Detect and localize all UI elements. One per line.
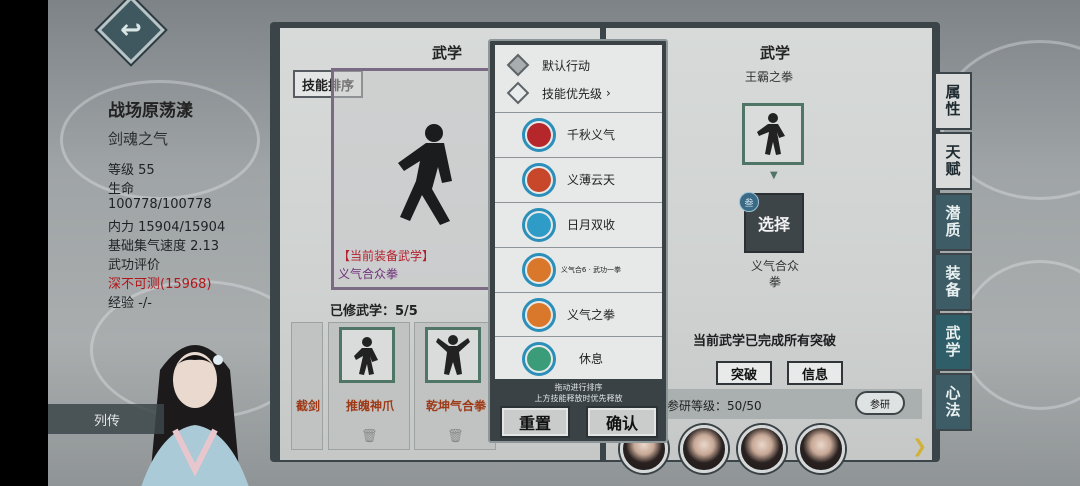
node-skill-name: 义气合众 拳 xyxy=(735,258,815,290)
default-action-label: 默认行动 xyxy=(542,58,591,73)
skill-card[interactable]: 推魄神爪 🗑 xyxy=(328,322,410,450)
priority-skill-row[interactable]: 义薄云天 xyxy=(495,157,662,201)
party-portrait[interactable] xyxy=(680,425,728,473)
learned-count: 已修武学：5/5 xyxy=(330,304,418,319)
research-button[interactable]: 参研 xyxy=(855,391,905,415)
skill-card-name: 截剑 xyxy=(295,399,320,413)
tab-mind-method[interactable]: 心法 xyxy=(934,373,972,431)
next-page-icon[interactable]: ❯ xyxy=(912,436,927,457)
skill-icon xyxy=(522,162,556,197)
tab-martial-arts[interactable]: 武学 xyxy=(934,313,972,371)
priority-skill-row[interactable]: 义气之拳 xyxy=(495,292,662,336)
hp-label: 生命 xyxy=(108,182,135,197)
party-portrait[interactable] xyxy=(738,425,786,473)
research-level: 参研等级：50/50 xyxy=(667,399,762,413)
skill-tree-icon[interactable] xyxy=(742,103,804,165)
skill-priority-option[interactable]: 技能优先级 › xyxy=(495,80,662,106)
level-text: 等级 55 xyxy=(108,163,155,178)
fighter-icon xyxy=(354,337,378,375)
left-page-title: 武学 xyxy=(432,44,463,62)
hp-value: 100778/100778 xyxy=(108,197,212,212)
fighter-icon xyxy=(757,113,785,155)
diamond-icon xyxy=(506,53,530,77)
skill-icon xyxy=(425,327,481,383)
rating-label: 武功评价 xyxy=(108,258,161,273)
chevron-right-icon: › xyxy=(606,86,611,100)
rating-value: 深不可测(15968) xyxy=(108,277,212,292)
right-page-title: 武学 xyxy=(760,44,791,62)
breakthrough-button[interactable]: 突破 xyxy=(716,361,772,385)
trash-icon[interactable]: 🗑 xyxy=(447,429,464,444)
priority-skill-row[interactable]: 义气合6 · 武功一拳 xyxy=(495,247,662,291)
tab-equipment[interactable]: 装备 xyxy=(934,253,972,311)
trash-icon[interactable]: 🗑 xyxy=(361,429,378,444)
screen-edge-bar xyxy=(0,0,48,486)
skill-icon xyxy=(522,341,556,376)
skill-label: 义薄云天 xyxy=(566,173,615,187)
breakthrough-complete-text: 当前武学已完成所有突破 xyxy=(693,334,837,349)
skill-icon xyxy=(339,327,395,383)
equipped-label: 【当前装备武学】 xyxy=(338,249,435,263)
skill-icon xyxy=(522,117,556,152)
skill-card-name: 推魄神爪 xyxy=(345,399,394,413)
biography-button[interactable]: 列传 xyxy=(48,404,164,434)
wave-decoration xyxy=(960,260,1080,410)
exp-value: 经验 -/- xyxy=(108,296,152,311)
skill-icon xyxy=(522,297,556,332)
skill-card[interactable]: 截剑 xyxy=(291,322,323,450)
back-arrow-icon: ↩ xyxy=(120,15,142,45)
skill-label: 义气合6 · 武功一拳 xyxy=(560,265,622,274)
skill-label: 休息 xyxy=(578,352,603,366)
tier-badge: 叁 xyxy=(739,192,759,212)
party-portrait[interactable] xyxy=(797,425,845,473)
priority-label: 技能优先级 xyxy=(542,86,603,101)
mp-value: 内力 15904/15904 xyxy=(108,220,226,235)
arrow-down-icon: ▼ xyxy=(770,170,778,181)
skill-icon xyxy=(522,252,556,287)
skill-label: 日月双收 xyxy=(566,218,615,232)
default-action-option[interactable]: 默认行动 xyxy=(495,52,662,78)
back-button[interactable]: ↩ xyxy=(97,0,165,64)
info-button[interactable]: 信息 xyxy=(787,361,843,385)
node-skill-name-line2: 拳 xyxy=(768,275,781,289)
skill-card-name: 乾坤气合拳 xyxy=(425,399,486,413)
priority-skill-row[interactable]: 休息 xyxy=(495,336,662,380)
confirm-button[interactable]: 确认 xyxy=(586,406,658,438)
character-name: 战场原荡漾 xyxy=(108,101,193,121)
character-title: 剑魂之气 xyxy=(108,130,169,148)
node-skill-name-line1: 义气合众 xyxy=(750,259,799,273)
tab-attributes[interactable]: 属性 xyxy=(934,72,972,130)
tab-talent[interactable]: 天赋 xyxy=(934,132,972,190)
skill-card[interactable]: 乾坤气合拳 🗑 xyxy=(414,322,496,450)
skill-icon xyxy=(522,207,556,242)
reset-button[interactable]: 重置 xyxy=(500,406,570,438)
game-screen: ↩ 战场原荡漾 剑魂之气 等级 55 生命 100778/100778 内力 1… xyxy=(0,0,1080,486)
right-page-subtitle: 王霸之拳 xyxy=(745,70,794,84)
menu-hint: 拖动进行排序 xyxy=(554,383,603,392)
check-icon xyxy=(506,81,530,105)
skill-label: 义气之拳 xyxy=(566,308,615,322)
fighter-figure-icon xyxy=(398,124,452,225)
menu-hint: 上方技能释放时优先释放 xyxy=(534,394,623,403)
priority-skill-row[interactable]: 千秋义气 xyxy=(495,112,662,156)
speed-value: 基础集气速度 2.13 xyxy=(108,239,220,254)
tab-potential[interactable]: 潜质 xyxy=(934,193,972,251)
equipped-skill-name: 义气合众拳 xyxy=(338,267,399,281)
skill-label: 千秋义气 xyxy=(566,128,615,142)
priority-skill-row[interactable]: 日月双收 xyxy=(495,202,662,246)
fighter-icon xyxy=(436,335,470,375)
